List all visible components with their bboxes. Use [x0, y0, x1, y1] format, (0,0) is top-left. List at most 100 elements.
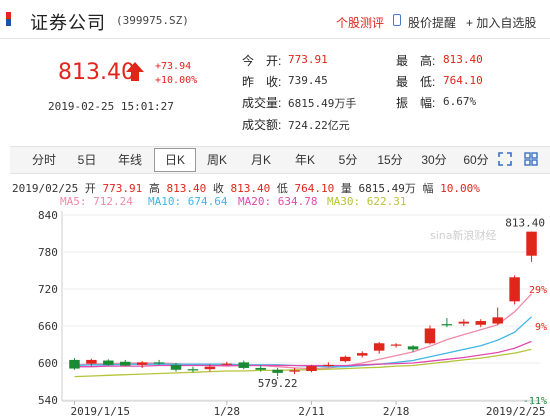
y-tick-label: 720 — [38, 283, 58, 296]
flag-icon — [6, 12, 11, 26]
candle-body — [221, 363, 233, 365]
candle-body — [120, 361, 131, 366]
watermark: sina新浪财经 — [430, 228, 497, 242]
amplitude-label: 振 幅: — [396, 96, 436, 110]
candle-body — [357, 353, 368, 356]
candle-body — [170, 364, 182, 370]
candle-body — [86, 359, 97, 364]
candle-body — [458, 321, 470, 324]
timestamp: 2019-02-25 15:01:27 — [48, 100, 174, 113]
info-open-label: 开 — [84, 182, 96, 195]
rating-link[interactable]: 个股测评 — [336, 14, 384, 31]
candle-body — [136, 362, 148, 365]
high-value: 813.40 — [443, 53, 483, 66]
candle-body — [289, 370, 300, 372]
info-vol: 6815.49万 — [358, 182, 416, 195]
candle-body — [323, 364, 334, 367]
tab-weekly-k[interactable]: 周K — [202, 150, 232, 170]
candle-body — [441, 324, 453, 326]
candle-body — [526, 231, 537, 256]
stock-code: (399975.SZ) — [116, 14, 189, 27]
amount-label: 成交额: — [242, 118, 282, 132]
y-tick-label: 840 — [38, 209, 58, 222]
tab-60min[interactable]: 60分 — [460, 150, 492, 170]
candle-body — [340, 356, 351, 362]
amount-value: 724.22亿元 — [288, 119, 350, 132]
info-high: 813.40 — [166, 182, 207, 195]
candle-body — [187, 369, 199, 371]
header: 证券公司 (399975.SZ) 个股测评 股价提醒 + 加入自选股 — [0, 0, 550, 38]
y-tick-label: 540 — [38, 394, 58, 407]
x-tick-label: 2/11 — [298, 405, 325, 418]
x-tick-label: 1/28 — [214, 405, 241, 418]
y-tick-label: 780 — [38, 246, 58, 259]
tab-monthly-k[interactable]: 月K — [246, 150, 276, 170]
phone-icon — [393, 14, 401, 26]
tab-daily-k[interactable]: 日K — [154, 148, 196, 172]
x-tick-label: 2019/2/25 — [486, 405, 546, 418]
prev-close-label: 昨 收: — [242, 75, 282, 89]
candle-body — [373, 343, 385, 351]
ma-line-ma10 — [74, 316, 532, 368]
tab-year-line[interactable]: 年线 — [112, 150, 148, 170]
candle-body — [238, 362, 249, 368]
low-label: 最 低: — [396, 75, 436, 89]
candle-body — [306, 366, 317, 372]
up-arrow-stem — [131, 72, 139, 81]
volume-label: 成交量: — [242, 96, 282, 110]
y-tick-label: 600 — [38, 357, 58, 370]
info-open: 773.91 — [102, 182, 143, 195]
info-date: 2019/02/25 — [12, 182, 79, 195]
max-price-label: 813.40 — [505, 217, 545, 230]
candle-body — [492, 317, 503, 324]
current-price: 813.40 — [58, 60, 135, 85]
info-close: 813.40 — [230, 182, 271, 195]
high-label: 最 高: — [396, 54, 436, 68]
y-pct-tick-label: 9% — [535, 322, 547, 333]
volume-value: 6815.49万手 — [288, 97, 357, 110]
info-close-label: 收 — [212, 182, 224, 195]
tab-5day[interactable]: 5日 — [72, 150, 102, 170]
add-watchlist-link[interactable]: + 加入自选股 — [466, 14, 536, 31]
tab-yearly-k[interactable]: 年K — [290, 150, 320, 170]
min-price-label: 579.22 — [258, 377, 298, 390]
fullscreen-icon[interactable] — [498, 152, 512, 166]
ohlc-info-line: 2019/02/25 开 773.91 高 813.40 收 813.40 低 … — [12, 180, 480, 196]
candle-body — [255, 367, 266, 370]
stock-name: 证券公司 — [30, 13, 106, 33]
change-value: +73.94 — [155, 61, 192, 72]
tab-intraday[interactable]: 分时 — [26, 150, 62, 170]
open-label: 今 开: — [242, 54, 282, 68]
candle-body — [272, 369, 283, 373]
tab-5min[interactable]: 5分 — [334, 150, 362, 170]
tab-30min[interactable]: 30分 — [418, 150, 450, 170]
price-alert-link[interactable]: 股价提醒 — [408, 14, 456, 31]
candle-body — [407, 346, 419, 350]
info-amp: 10.00% — [440, 182, 480, 195]
candle-body — [509, 277, 520, 302]
kline-chart[interactable]: 84078072066060054029%9%-11%2019/1/15 1/28… — [0, 205, 550, 420]
candle-body — [103, 360, 114, 365]
y-tick-label: 660 — [38, 320, 58, 333]
candle-body — [69, 359, 80, 369]
candle-body — [390, 344, 402, 346]
price-change: +73.94 +10.00% — [155, 60, 197, 88]
tab-15min[interactable]: 15分 — [374, 150, 406, 170]
info-vol-label: 量 — [340, 182, 352, 195]
grid-icon[interactable] — [524, 152, 538, 166]
amplitude-value: 6.67% — [443, 95, 477, 108]
change-percent: +10.00% — [155, 75, 198, 86]
candle-body — [153, 362, 165, 364]
x-tick-label: 2019/1/15 — [70, 405, 130, 418]
info-high-label: 高 — [148, 182, 160, 195]
low-value: 764.10 — [443, 74, 483, 87]
x-tick-label: 2/18 — [383, 405, 410, 418]
candle-body — [424, 328, 436, 344]
info-low-label: 低 — [276, 182, 288, 195]
prev-close-value: 739.45 — [288, 74, 328, 87]
open-value: 773.91 — [288, 53, 328, 66]
up-arrow-icon — [126, 62, 144, 72]
candle-body — [204, 366, 216, 370]
info-low: 764.10 — [294, 182, 335, 195]
header-divider — [0, 38, 550, 39]
